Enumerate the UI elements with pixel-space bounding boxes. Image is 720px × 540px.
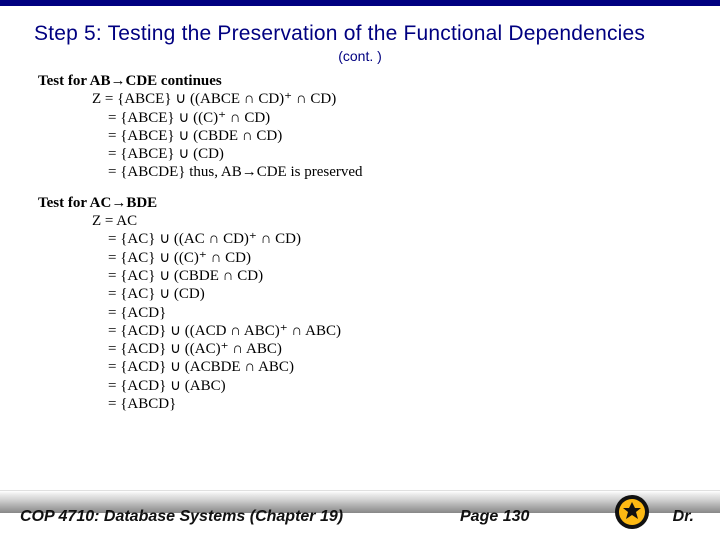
section2-line: = {AC} ∪ ((AC ∩ CD)⁺ ∩ CD): [38, 230, 700, 248]
section2-line: = {ACD}: [38, 304, 700, 322]
section2-line: = {AC} ∪ ((C)⁺ ∩ CD): [38, 249, 700, 267]
slide-title: Step 5: Testing the Preservation of the …: [0, 6, 720, 46]
footer-course: COP 4710: Database Systems (Chapter 19): [20, 508, 343, 526]
footer-text: COP 4710: Database Systems (Chapter 19) …: [0, 500, 720, 534]
section2-line: = {ACD} ∪ ((ACD ∩ ABC)⁺ ∩ ABC): [38, 322, 700, 340]
section2-line: = {ACD} ∪ (ACBDE ∩ ABC): [38, 358, 700, 376]
spacer: [38, 182, 700, 194]
footer-page: Page 130: [460, 508, 529, 526]
section2-line: = {ACD} ∪ ((AC)⁺ ∩ ABC): [38, 340, 700, 358]
section1-heading: Test for AB→CDE continues: [38, 72, 700, 90]
section2-line: = {ACD} ∪ (ABC): [38, 377, 700, 395]
slide-content: Test for AB→CDE continues Z = {ABCE} ∪ (…: [0, 64, 720, 413]
slide-subtitle: (cont. ): [0, 48, 720, 64]
section2-line: = {ABCD}: [38, 395, 700, 413]
slide-footer: COP 4710: Database Systems (Chapter 19) …: [0, 490, 720, 540]
ucf-logo-icon: [614, 494, 650, 530]
slide: Step 5: Testing the Preservation of the …: [0, 0, 720, 540]
section2-line: = {AC} ∪ (CD): [38, 285, 700, 303]
section1-line: = {ABCE} ∪ (CD): [38, 145, 700, 163]
section1-line: = {ABCE} ∪ (CBDE ∩ CD): [38, 127, 700, 145]
section2-line: = {AC} ∪ (CBDE ∩ CD): [38, 267, 700, 285]
section2-heading: Test for AC→BDE: [38, 194, 700, 212]
section2-line: Z = AC: [38, 212, 700, 230]
section1-line: = {ABCE} ∪ ((C)⁺ ∩ CD): [38, 109, 700, 127]
section1-line: = {ABCDE} thus, AB→CDE is preserved: [38, 163, 700, 181]
footer-author: Dr.: [673, 508, 694, 526]
section1-line: Z = {ABCE} ∪ ((ABCE ∩ CD)⁺ ∩ CD): [38, 90, 700, 108]
